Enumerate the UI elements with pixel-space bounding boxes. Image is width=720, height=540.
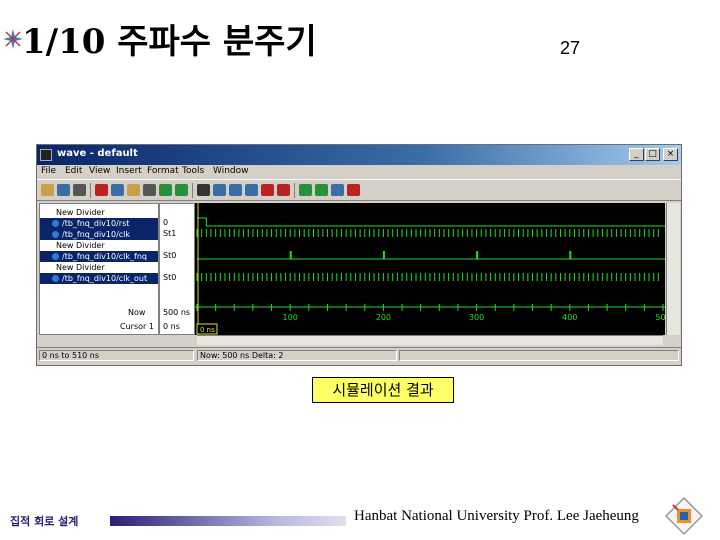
signal-row[interactable]: /tb_fnq_div10/clk — [40, 229, 158, 240]
cursor-value: 0 ns — [163, 322, 180, 331]
waveform-pane[interactable]: 100 200 300 400 500 0 ns — [195, 203, 665, 335]
horizontal-scrollbar[interactable] — [197, 335, 663, 345]
open-icon[interactable] — [41, 184, 54, 196]
minimize-button[interactable]: _ — [629, 148, 644, 161]
zoom-in-icon[interactable] — [213, 184, 226, 196]
signal-name: /tb_fnq_div10/clk — [62, 230, 131, 239]
wave-icon[interactable] — [175, 184, 188, 196]
app-icon — [40, 149, 52, 161]
status-range: 0 ns to 510 ns — [39, 350, 194, 361]
menu-window[interactable]: Window — [213, 166, 249, 176]
menu-format[interactable]: Format — [147, 166, 179, 176]
zoom-out-icon[interactable] — [229, 184, 242, 196]
maximize-button[interactable]: □ — [645, 148, 660, 161]
wave-clk — [196, 229, 659, 237]
toolbar-separator — [294, 183, 295, 198]
edge-next-icon[interactable] — [315, 184, 328, 196]
edge-prev-icon[interactable] — [299, 184, 312, 196]
signal-icon — [52, 220, 59, 227]
cursor-label: Cursor 1 — [120, 322, 154, 331]
signal-row[interactable]: /tb_fnq_div10/clk_fnq — [40, 251, 158, 262]
signal-values-pane: 0 St1 St0 St0 500 ns 0 ns — [159, 203, 195, 335]
toolbar-separator — [192, 183, 193, 198]
slide-title: 1/10 주파수 분주기 — [22, 22, 317, 62]
now-label: Now — [128, 308, 146, 317]
timeline-tick-label: 100 — [283, 313, 298, 322]
signal-divider[interactable]: New Divider — [40, 207, 158, 218]
print-icon[interactable] — [73, 184, 86, 196]
timeline-tick-label: 400 — [562, 313, 577, 322]
wave-clk-out — [196, 273, 659, 281]
status-now: Now: 500 ns Delta: 2 — [197, 350, 397, 361]
cursor-add-icon[interactable] — [261, 184, 274, 196]
footer-author: Hanbat National University Prof. Lee Jae… — [354, 508, 639, 524]
university-logo-icon — [664, 496, 704, 536]
toolbar-separator — [90, 183, 91, 198]
toolbar — [37, 179, 681, 201]
find-icon[interactable] — [143, 184, 156, 196]
footer-course: 집적 회로 설계 — [10, 515, 79, 528]
simulation-caption: 시뮬레이션 결과 — [312, 377, 454, 403]
now-value: 500 ns — [163, 308, 191, 317]
timeline-area — [195, 301, 665, 335]
signal-row[interactable]: /tb_fnq_div10/rst — [40, 218, 158, 229]
expand-icon[interactable] — [331, 184, 344, 196]
signal-names-pane: New Divider/tb_fnq_div10/rst/tb_fnq_div1… — [39, 203, 159, 335]
insert-icon[interactable] — [159, 184, 172, 196]
close-button[interactable]: × — [663, 148, 678, 161]
signal-value: St0 — [163, 251, 177, 260]
timeline-tick-label: 500 — [655, 313, 665, 322]
status-bar: 0 ns to 510 ns Now: 500 ns Delta: 2 — [37, 347, 681, 363]
signal-icon — [52, 253, 59, 260]
menu-file[interactable]: File — [41, 166, 56, 176]
signal-name: New Divider — [56, 263, 105, 272]
menu-edit[interactable]: Edit — [65, 166, 82, 176]
cursor-marker-label: 0 ns — [200, 326, 215, 334]
menu-insert[interactable]: Insert — [116, 166, 142, 176]
signal-name: /tb_fnq_div10/clk_out — [62, 274, 148, 283]
menu-view[interactable]: View — [89, 166, 110, 176]
signal-name: /tb_fnq_div10/clk_fnq — [62, 252, 148, 261]
timeline-tick-label: 300 — [469, 313, 484, 322]
copy-icon[interactable] — [111, 184, 124, 196]
timeline-tick-label: 200 — [376, 313, 391, 322]
signal-icon — [52, 231, 59, 238]
signal-icon — [52, 275, 59, 282]
signal-divider[interactable]: New Divider — [40, 262, 158, 273]
select-icon[interactable] — [197, 184, 210, 196]
collapse-icon[interactable] — [347, 184, 360, 196]
window-title-bar[interactable]: wave - default _ □ × — [37, 145, 681, 165]
wave-rst — [197, 217, 665, 227]
zoom-full-icon[interactable] — [245, 184, 258, 196]
menu-tools[interactable]: Tools — [182, 166, 204, 176]
signal-value: 0 — [163, 218, 169, 227]
paste-icon[interactable] — [127, 184, 140, 196]
footer-gradient-bar — [110, 516, 346, 526]
signal-value: St1 — [163, 229, 177, 238]
vertical-scrollbar[interactable] — [666, 203, 680, 335]
signal-divider[interactable]: New Divider — [40, 240, 158, 251]
sparkle-bullet-icon — [3, 29, 23, 49]
menu-bar: File Edit View Insert Format Tools Windo… — [37, 165, 681, 179]
page-number: 27 — [560, 38, 581, 58]
save-icon[interactable] — [57, 184, 70, 196]
signal-value: St0 — [163, 273, 177, 282]
signal-name: New Divider — [56, 241, 105, 250]
cut-icon[interactable] — [95, 184, 108, 196]
wave-clk-fnq — [197, 251, 665, 260]
signal-row[interactable]: /tb_fnq_div10/clk_out — [40, 273, 158, 284]
wave-window: wave - default _ □ × File Edit View Inse… — [36, 144, 682, 366]
status-blank — [399, 350, 679, 361]
signal-name: /tb_fnq_div10/rst — [62, 219, 130, 228]
signal-name: New Divider — [56, 208, 105, 217]
window-title: wave - default — [57, 148, 138, 159]
cursor-remove-icon[interactable] — [277, 184, 290, 196]
